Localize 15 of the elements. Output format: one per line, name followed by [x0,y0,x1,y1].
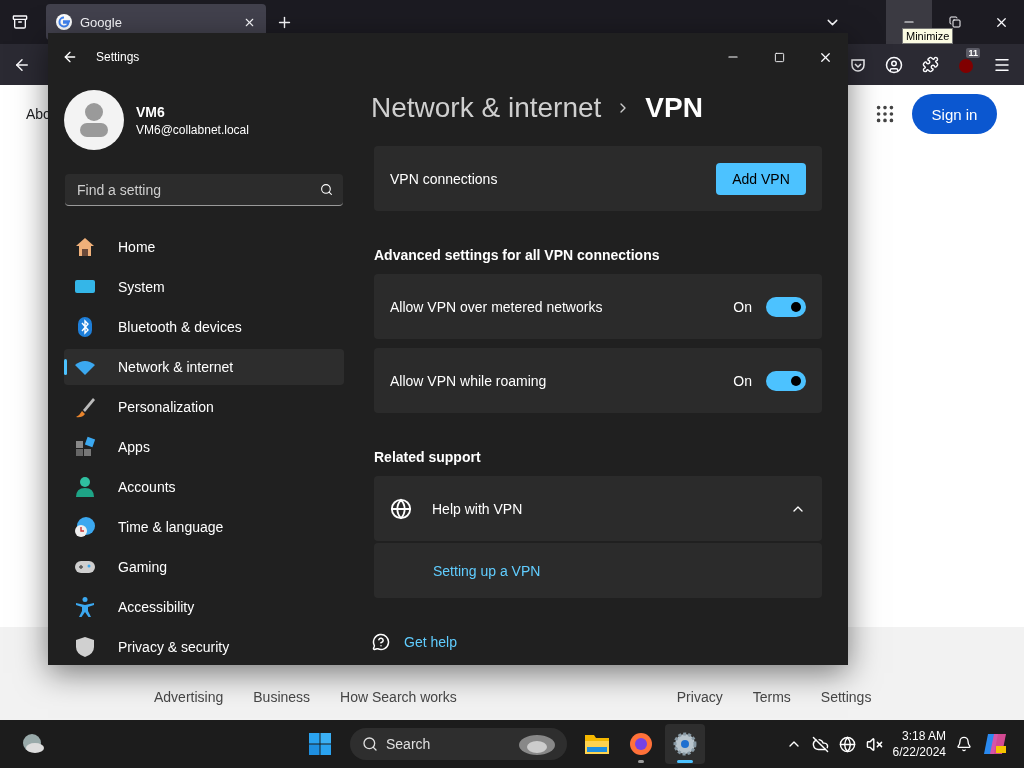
section-heading: Advanced settings for all VPN connections [374,246,661,265]
tab-title: Google [80,14,122,30]
count-badge: 11 [966,47,980,58]
window-title: Settings [96,50,140,64]
section-heading: Related support [374,448,482,467]
help-title: Help with VPN [432,500,523,517]
card-label: VPN connections [390,170,498,187]
toggle-state: On [733,372,752,389]
user-name: VM6 [136,103,166,120]
breadcrumb: VPN [645,92,703,124]
tooltip: Minimize [902,28,954,44]
user-email: VM6@collabnet.local [136,122,249,137]
setting-label: Allow VPN while roaming [390,372,547,389]
toggle-state: On [733,298,752,315]
setting-label: Allow VPN over metered networks [390,298,603,315]
